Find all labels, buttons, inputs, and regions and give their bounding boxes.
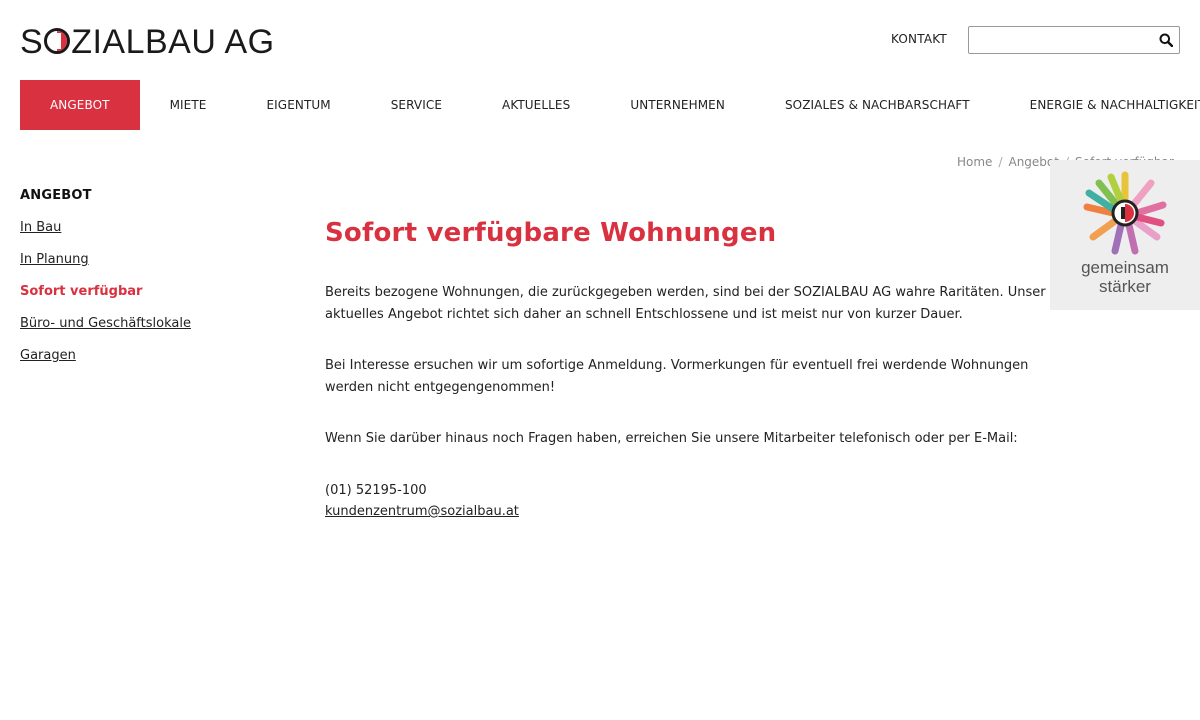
nav-item-service[interactable]: SERVICE [361,80,472,130]
breadcrumb-separator: / [998,155,1003,169]
search-box [968,26,1180,54]
gemeinsam-staerker-badge[interactable]: gemeinsam stärker [1050,160,1200,310]
nav-item-unternehmen[interactable]: UNTERNEHMEN [600,80,755,130]
notice-paragraph: Bei Interesse ersuchen wir um sofortige … [325,358,1029,395]
sidebar-item-garagen[interactable]: Garagen [20,348,76,363]
sidebar-item-in-bau[interactable]: In Bau [20,220,61,235]
search-icon[interactable] [1159,33,1173,47]
search-input[interactable] [969,27,1149,53]
nav-item-soziales[interactable]: SOZIALES & NACHBARSCHAFT [755,80,1000,130]
logo-text-left: S [20,22,44,61]
sidebar-item: In Bau [20,220,191,252]
sidebar-item-in-planung[interactable]: In Planung [20,252,89,267]
nav-item-miete[interactable]: MIETE [140,80,237,130]
sidebar-item: In Planung [20,252,191,284]
email-link[interactable]: kundenzentrum@sozialbau.at [325,504,519,519]
main-content: Sofort verfügbare Wohnungen Bereits bezo… [325,218,1065,523]
contact-intro-paragraph: Wenn Sie darüber hinaus noch Fragen habe… [325,431,1018,446]
sidebar-item: Büro- und Geschäftslokale [20,316,191,348]
nav-item-aktuelles[interactable]: AKTUELLES [472,80,600,130]
contact-block: (01) 52195-100 kundenzentrum@sozialbau.a… [325,480,1065,523]
badge-line-1: gemeinsam [1081,258,1169,277]
hands-circle-logo-icon [1083,171,1167,255]
nav-item-angebot[interactable]: ANGEBOT [20,80,140,130]
logo[interactable]: S ZIALBAU AG [20,23,275,61]
logo-o-mark [44,28,71,54]
nav-item-energie[interactable]: ENERGIE & NACHHALTIGKEIT [1000,80,1200,130]
logo-text-right: ZIALBAU AG [71,22,275,61]
sidebar-nav: In Bau In Planung Sofort verfügbar Büro-… [20,220,191,380]
badge-line-2: stärker [1099,277,1151,296]
intro-paragraph: Bereits bezogene Wohnungen, die zurückge… [325,285,1046,322]
sidebar-item: Sofort verfügbar [20,284,191,316]
badge-text: gemeinsam stärker [1050,258,1200,296]
kontakt-link[interactable]: KONTAKT [891,32,947,46]
phone-number: (01) 52195-100 [325,482,427,498]
sidebar-item-buero-geschaeftslokale[interactable]: Büro- und Geschäftslokale [20,316,191,331]
breadcrumb-home[interactable]: Home [957,155,992,169]
sidebar-item-sofort-verfuegbar[interactable]: Sofort verfügbar [20,284,142,299]
nav-item-eigentum[interactable]: EIGENTUM [236,80,360,130]
main-nav: ANGEBOT MIETE EIGENTUM SERVICE AKTUELLES… [20,80,1200,130]
sidebar-title: ANGEBOT [20,188,92,203]
page-title: Sofort verfügbare Wohnungen [325,218,777,248]
sidebar-item: Garagen [20,348,191,380]
